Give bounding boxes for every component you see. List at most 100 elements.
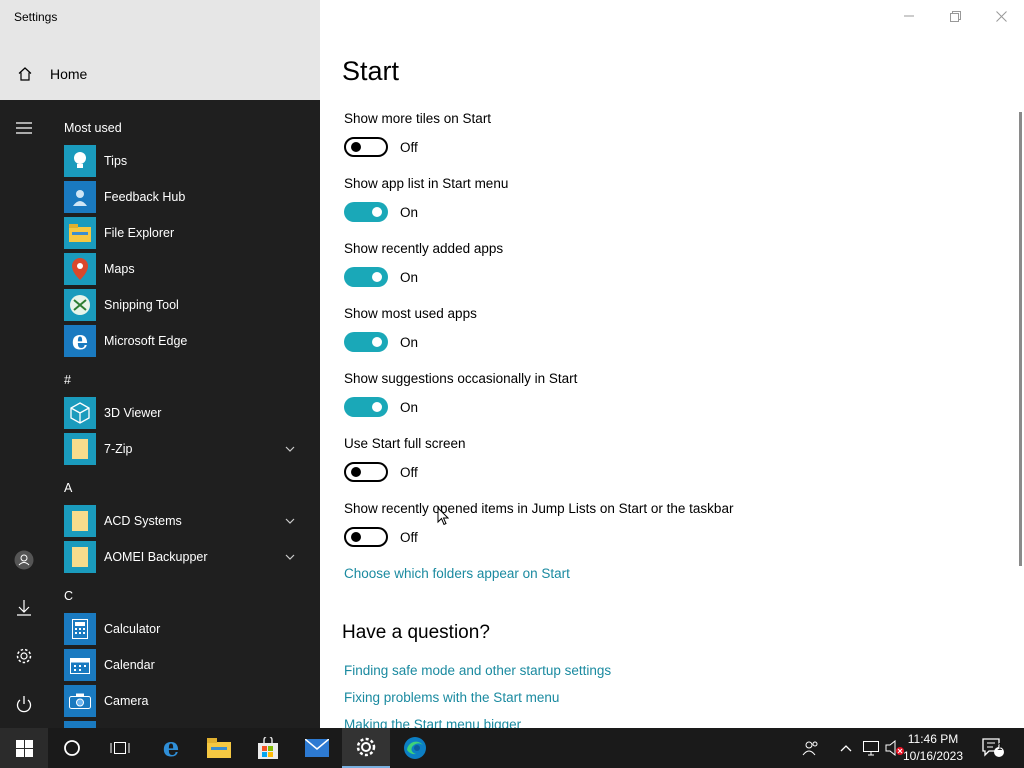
setting-most-used: Show most used apps On [344,306,477,352]
list-item[interactable]: Calendar [64,648,304,682]
app-name: Calculator [104,622,161,636]
setting-label: Show more tiles on Start [344,111,492,126]
nav-home[interactable]: Home [0,56,320,92]
notification-center-icon[interactable]: 1 [976,728,1010,768]
toggle-switch[interactable] [344,527,388,547]
app-name: Microsoft Edge [104,334,188,348]
window-controls [886,0,1024,32]
scrollbar[interactable] [1019,112,1022,566]
list-item[interactable]: ACD Systems [64,504,304,538]
setting-more-tiles: Show more tiles on Start Off [344,111,491,157]
toggle-switch[interactable] [344,332,388,352]
list-item[interactable]: Camera [64,684,304,718]
settings-taskbar-icon[interactable] [342,728,390,768]
toggle-switch[interactable] [344,267,388,287]
toggle-state: On [400,269,419,285]
list-item[interactable]: Calculator [64,612,304,646]
toggle-state: Off [400,139,418,155]
downloads-icon[interactable] [12,596,36,620]
list-item[interactable]: Feedback Hub [64,180,304,214]
toggle-switch[interactable] [344,397,388,417]
start-button[interactable] [0,728,48,768]
page-title: Start [342,56,400,86]
store-icon[interactable] [244,728,292,768]
power-icon[interactable] [12,692,36,716]
minimize-button[interactable] [886,0,932,32]
setting-recently-added: Show recently added apps On [344,241,503,287]
folder-icon [64,433,96,465]
list-item[interactable]: File Explorer [64,216,304,250]
edge-taskbar-icon[interactable]: e [147,728,195,768]
settings-content: Start Show more tiles on Start Off Show … [320,0,1024,728]
windows-logo-icon [15,739,33,757]
start-menu: Most used Tips Feedback Hub File Explore… [0,100,320,728]
list-item[interactable]: Snipping Tool [64,288,304,322]
setting-app-list: Show app list in Start menu On [344,176,508,222]
folder-icon [64,505,96,537]
calculator-icon [64,613,96,645]
app-name: Snipping Tool [104,298,179,312]
account-icon[interactable] [12,548,36,572]
app-name: 7-Zip [104,442,133,456]
settings-gear-icon[interactable] [12,644,36,668]
question-heading: Have a question? [342,622,490,643]
people-icon[interactable] [798,728,824,768]
setting-jump-lists: Show recently opened items in Jump Lists… [344,501,733,547]
edge-chromium-icon[interactable] [391,728,439,768]
group-header-a[interactable]: A [64,481,72,495]
edge-icon: e [64,325,96,357]
list-item[interactable] [64,720,304,728]
setting-label: Show app list in Start menu [344,176,509,191]
group-header-hash[interactable]: # [64,373,71,387]
setting-label: Show recently added apps [344,241,504,256]
list-item[interactable]: Tips [64,144,304,178]
setting-label: Show recently opened items in Jump Lists… [344,501,734,516]
list-item[interactable]: e Microsoft Edge [64,324,304,358]
restore-button[interactable] [932,0,978,32]
chevron-up-icon[interactable] [836,728,856,768]
clock-time: 11:46 PM [907,732,959,746]
toggle-state: On [400,334,419,350]
home-label: Home [50,66,88,82]
toggle-state: On [400,399,419,415]
help-link-safe-mode[interactable]: Finding safe mode and other startup sett… [344,663,611,678]
snipping-tool-icon [64,289,96,321]
toggle-switch[interactable] [344,462,388,482]
start-rail [0,100,48,728]
help-link-start-problems[interactable]: Fixing problems with the Start menu [344,690,559,705]
chevron-down-icon[interactable] [282,552,298,563]
chevron-down-icon[interactable] [282,516,298,527]
network-icon[interactable] [860,728,882,768]
list-item[interactable]: 7-Zip [64,432,304,466]
setting-suggestions: Show suggestions occasionally in Start O… [344,371,577,417]
notification-count: 1 [997,742,1003,753]
setting-label: Show most used apps [344,306,477,321]
list-item[interactable]: 3D Viewer [64,396,304,430]
help-link-start-bigger[interactable]: Making the Start menu bigger [344,717,521,728]
window-title: Settings [14,10,58,24]
hamburger-icon[interactable] [12,116,36,140]
clock[interactable]: 11:46 PM 10/16/2023 [898,731,968,765]
toggle-switch[interactable] [344,137,388,157]
maps-icon [64,253,96,285]
setting-label: Show suggestions occasionally in Start [344,371,578,386]
app-name: 3D Viewer [104,406,162,420]
feedback-hub-icon [64,181,96,213]
file-explorer-taskbar-icon[interactable] [195,728,243,768]
choose-folders-link[interactable]: Choose which folders appear on Start [344,566,570,581]
task-view-icon[interactable] [96,728,144,768]
toggle-switch[interactable] [344,202,388,222]
chevron-down-icon[interactable] [282,444,298,455]
app-name: File Explorer [104,226,175,240]
mail-icon[interactable] [293,728,341,768]
close-button[interactable] [978,0,1024,32]
home-icon [0,66,50,82]
mouse-cursor-icon [437,506,450,531]
setting-label: Use Start full screen [344,436,466,451]
group-header-c[interactable]: C [64,589,73,603]
search-icon[interactable] [48,728,96,768]
calendar-icon [64,649,96,681]
list-item[interactable]: AOMEI Backupper [64,540,304,574]
list-item[interactable]: Maps [64,252,304,286]
app-name: Camera [104,694,149,708]
